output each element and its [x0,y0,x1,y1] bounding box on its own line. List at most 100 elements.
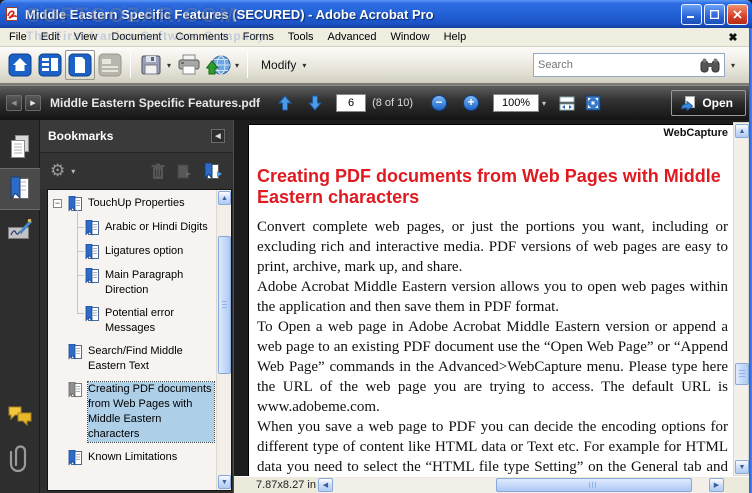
scroll-down-button[interactable]: ▼ [218,475,231,489]
document-horizontal-scrollbar[interactable]: ◀ ▶ [318,478,724,493]
bookmarks-panel-title: Bookmarks [48,129,114,143]
bookmark-page-icon [68,344,82,360]
scrollbar-thumb[interactable] [218,236,231,374]
next-view-button[interactable]: ▶ [25,95,41,111]
modify-dropdown-arrow: ▾ [302,60,307,70]
bookmark-label: Ligatures option [105,245,184,257]
expand-bookmark-icon[interactable] [176,163,193,180]
signatures-panel-button[interactable] [0,210,40,252]
scroll-up-button[interactable]: ▲ [218,191,231,205]
menu-item-help[interactable]: Help [437,29,474,45]
search-input[interactable] [537,59,700,71]
next-page-icon[interactable] [308,95,323,111]
menu-items: File Edit View Document Comments Forms Tools Ad… [2,29,473,45]
bookmark-page-icon [68,450,82,466]
pages-panel-button[interactable] [0,126,40,168]
bookmarks-panel-button[interactable] [0,168,40,210]
bookmark-item-potential-error-messages[interactable]: Potential error Messages [48,296,216,340]
save-button[interactable] [136,50,166,80]
scrollbar-thumb[interactable] [496,478,692,492]
menu-item-forms[interactable]: Forms [236,29,281,45]
bookmark-page-icon [85,306,99,322]
modify-label: Modify [261,58,297,72]
home-icon [8,53,32,77]
scroll-down-button[interactable]: ▼ [735,460,749,474]
search-options-dropdown[interactable]: ▾ [731,61,735,70]
modify-button[interactable]: Modify ▾ [253,54,317,76]
document-paragraph: To Open a web page in Adobe Acrobat Midd… [257,319,728,415]
signatures-icon [7,219,32,239]
page-number-input[interactable] [336,94,367,112]
scroll-up-button[interactable]: ▲ [735,124,749,138]
fit-page-button[interactable] [582,92,604,114]
delete-trash-icon[interactable] [150,163,166,180]
bookmarks-scrollbar[interactable]: ▲ ▼ [216,190,231,490]
home-button[interactable] [5,50,35,80]
zoom-level-value[interactable]: 100% [493,94,540,112]
menu-item-comments[interactable]: Comments [169,29,236,45]
bookmark-item-touchup-properties[interactable]: − TouchUp Properties [48,192,216,216]
zoom-in-button[interactable]: + [463,95,480,111]
fit-page-icon [585,95,601,111]
print-button[interactable] [174,50,204,80]
menu-item-edit[interactable]: Edit [34,29,67,45]
menu-item-tools[interactable]: Tools [281,29,321,45]
bookmark-label: Search/Find Middle Eastern Text [88,345,183,372]
document-vertical-scrollbar[interactable]: ▲ ▼ [733,122,749,476]
open-label: Open [702,96,733,110]
search-binoculars-icon[interactable] [700,57,720,73]
page-navigation-button[interactable] [35,50,65,80]
zoom-out-button[interactable]: − [431,95,448,111]
web-capture-button[interactable] [204,50,234,80]
save-dropdown-arrow[interactable]: ▾ [167,61,171,70]
previous-view-button[interactable]: ◀ [6,95,22,111]
acrobat-app-icon [6,7,18,21]
save-icon [141,55,161,75]
menu-item-document[interactable]: Document [104,29,168,45]
collapse-panel-button[interactable]: ◀ [211,129,225,143]
attachments-paperclip-icon [9,445,26,473]
menu-item-file[interactable]: File [2,29,34,45]
scroll-right-button[interactable]: ▶ [709,478,724,492]
options-dropdown-arrow[interactable]: ▾ [71,167,75,176]
attachments-panel-button[interactable] [0,437,40,479]
bookmarks-panel-header: Bookmarks ◀ [40,120,233,153]
bookmark-item-search-find-middle-eastern-text[interactable]: Search/Find Middle Eastern Text [48,340,216,378]
web-capture-dropdown-arrow[interactable]: ▾ [235,61,239,70]
bookmark-item-ligatures-option[interactable]: Ligatures option [48,234,216,270]
scroll-left-button[interactable]: ◀ [318,478,333,492]
zoom-dropdown-arrow[interactable]: ▾ [542,99,546,108]
document-filename: Middle Eastern Specific Features.pdf [50,96,261,110]
bookmark-page-icon [85,244,99,260]
new-bookmark-icon[interactable] [203,162,223,180]
maximize-button[interactable] [704,3,725,25]
comments-panel-button[interactable] [0,395,40,437]
page-size-label: 7.87x8.27 in [256,479,316,491]
close-document-button[interactable]: ✖ [726,31,740,44]
page-navigation-icon [38,53,62,77]
menu-item-advanced[interactable]: Advanced [321,29,384,45]
open-button[interactable]: Open [671,90,746,116]
bookmark-item-creating-pdf-documents-from-web-page[interactable]: Creating PDF documents from Web Pages wi… [48,378,216,446]
collapse-expando[interactable]: − [53,199,62,208]
menu-bar: File Edit View Document Comments Forms Tools Ad… [0,28,752,47]
menu-item-window[interactable]: Window [383,29,436,45]
bookmark-item-arabic-or-hindi-digits[interactable]: Arabic or Hindi Digits [48,210,216,246]
bookmark-item-known-limitations[interactable]: Known Limitations [48,446,216,470]
single-page-icon [68,53,92,77]
title-bar: Middle Eastern Specific Features (SECURE… [0,0,752,28]
reading-mode-button[interactable] [95,50,125,80]
bookmarks-list-container: − TouchUp Properties Arabic or Hindi Digit… [47,189,232,491]
minimize-button[interactable] [681,3,702,25]
close-button[interactable] [727,3,748,25]
bookmark-item-main-paragraph-direction[interactable]: Main Paragraph Direction [48,258,216,308]
previous-page-icon[interactable] [278,95,293,111]
single-page-button[interactable] [65,50,95,80]
fit-width-button[interactable] [556,92,578,114]
scrollbar-thumb[interactable] [735,363,749,385]
reading-mode-icon [98,53,122,77]
fit-width-icon [559,96,575,110]
menu-item-view[interactable]: View [67,29,105,45]
search-box[interactable] [532,53,725,77]
options-gear-icon[interactable]: ⚙ [50,162,65,180]
